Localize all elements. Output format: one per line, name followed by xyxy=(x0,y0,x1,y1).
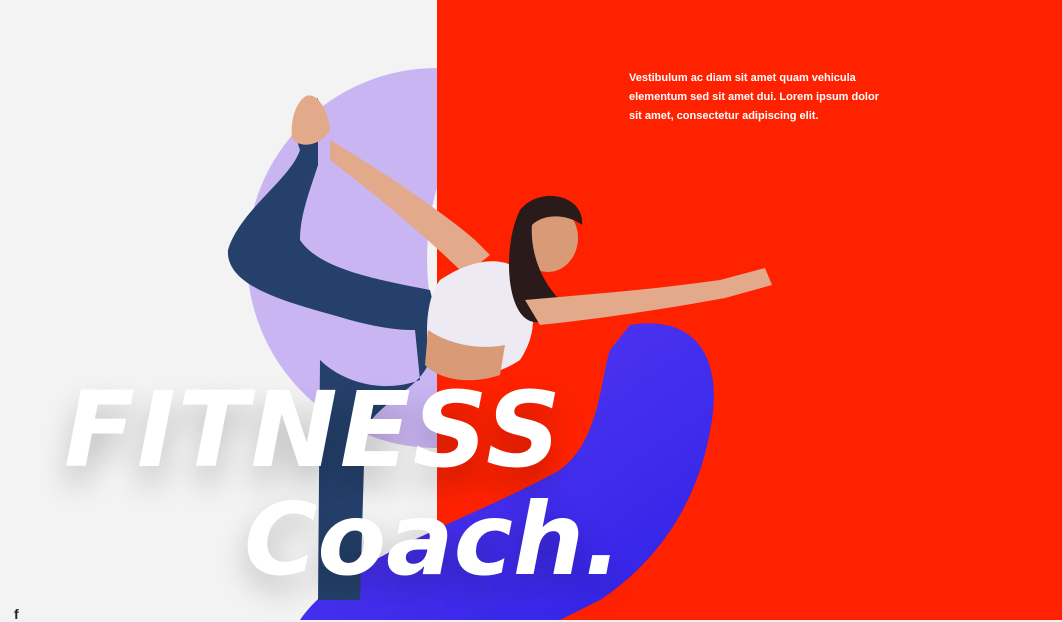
headline-coach: Coach. xyxy=(244,481,623,598)
headline-fitness: FITNESS xyxy=(64,369,563,491)
intro-paragraph: Vestibulum ac diam sit amet quam vehicul… xyxy=(629,72,879,122)
